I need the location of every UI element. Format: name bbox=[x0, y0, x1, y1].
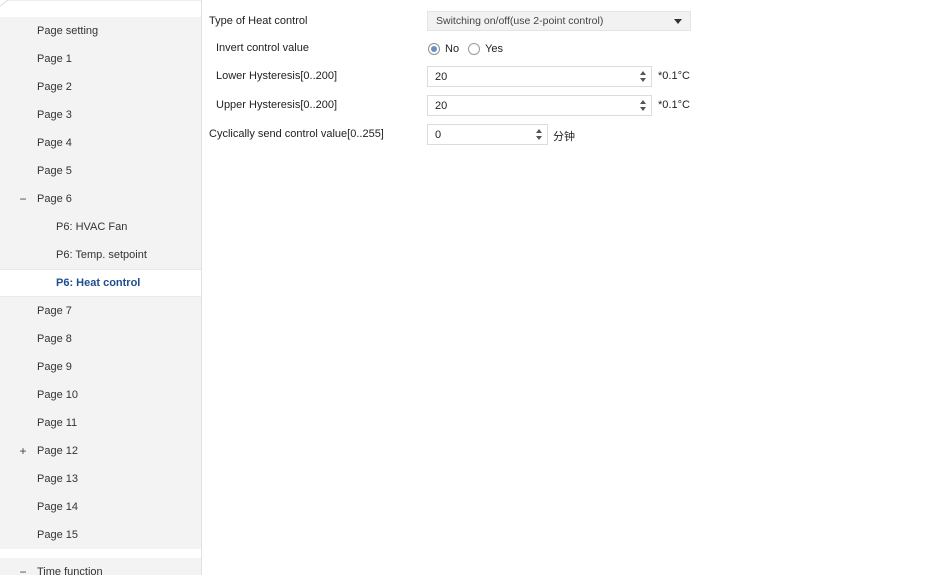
sidebar-item-label: Time function bbox=[37, 566, 103, 575]
sidebar-item-page-5[interactable]: Page 5 bbox=[0, 157, 201, 185]
dropdown-arrow-icon bbox=[674, 19, 682, 24]
radio-no[interactable] bbox=[428, 43, 440, 55]
sidebar-item-label: Page 5 bbox=[37, 165, 72, 177]
sidebar-item-page-9[interactable]: Page 9 bbox=[0, 353, 201, 381]
sidebar-item-page-8[interactable]: Page 8 bbox=[0, 325, 201, 353]
lower-hysteresis-input[interactable]: 20 bbox=[427, 66, 652, 87]
sidebar-item-p6-heat-control[interactable]: P6: Heat control bbox=[0, 269, 201, 297]
sidebar-item-page-4[interactable]: Page 4 bbox=[0, 129, 201, 157]
expand-icon[interactable]: + bbox=[18, 444, 28, 458]
sidebar-item-label: P6: HVAC Fan bbox=[56, 221, 128, 233]
unit-label: *0.1°C bbox=[658, 99, 690, 111]
unit-label: *0.1°C bbox=[658, 70, 690, 82]
sidebar-item-page-10[interactable]: Page 10 bbox=[0, 381, 201, 409]
collapse-icon[interactable]: − bbox=[18, 192, 28, 206]
radio-yes[interactable] bbox=[468, 43, 481, 55]
sidebar-item-label: Page 1 bbox=[37, 53, 72, 65]
sidebar-item-label: Page 7 bbox=[37, 305, 72, 317]
sidebar-item-label: P6: Temp. setpoint bbox=[56, 249, 147, 261]
cyclic-send-input[interactable]: 0 bbox=[427, 124, 548, 145]
parameter-tree-sidebar: Page setting Page 1 Page 2 Page 3 Page 4… bbox=[0, 0, 202, 575]
sidebar-item-label: Page 8 bbox=[37, 333, 72, 345]
sidebar-item-page-14[interactable]: Page 14 bbox=[0, 493, 201, 521]
param-label: Lower Hysteresis[0..200] bbox=[216, 70, 338, 82]
param-row-upper-hysteresis: Upper Hysteresis[0..200] 20 *0.1°C bbox=[202, 93, 929, 119]
param-row-lower-hysteresis: Lower Hysteresis[0..200] 20 *0.1°C bbox=[202, 64, 929, 90]
sidebar-item-page-1[interactable]: Page 1 bbox=[0, 45, 201, 73]
sidebar-item-label: P6: Heat control bbox=[56, 277, 141, 289]
sidebar-item-page-6[interactable]: − Page 6 bbox=[0, 185, 201, 213]
sidebar-item-p6-temp-setpoint[interactable]: P6: Temp. setpoint bbox=[0, 241, 201, 269]
input-value: 0 bbox=[435, 129, 442, 141]
param-label: Type of Heat control bbox=[209, 15, 308, 27]
sidebar-item-label: Page 6 bbox=[37, 193, 72, 205]
unit-label: 分钟 bbox=[553, 131, 575, 143]
sidebar-item-label: Page setting bbox=[37, 25, 99, 37]
heat-type-dropdown[interactable]: Switching on/off(use 2-point control) bbox=[427, 11, 691, 31]
param-label: Invert control value bbox=[216, 42, 309, 54]
input-value: 20 bbox=[435, 71, 448, 83]
sidebar-item-label: Page 2 bbox=[37, 81, 72, 93]
param-label: Cyclically send control value[0..255] bbox=[209, 128, 384, 140]
collapse-icon[interactable]: − bbox=[18, 565, 28, 575]
sidebar-item-page-7[interactable]: Page 7 bbox=[0, 297, 201, 325]
spinner-arrows-icon[interactable] bbox=[535, 127, 543, 142]
sidebar-item-page-3[interactable]: Page 3 bbox=[0, 101, 201, 129]
sidebar-item-label: Page 15 bbox=[37, 529, 78, 541]
input-value: 20 bbox=[435, 100, 448, 112]
sidebar-item-p6-hvac-fan[interactable]: P6: HVAC Fan bbox=[0, 213, 201, 241]
sidebar-item-page-13[interactable]: Page 13 bbox=[0, 465, 201, 493]
sidebar-item-label: Page 4 bbox=[37, 137, 72, 149]
radio-label-no[interactable]: No bbox=[445, 43, 459, 55]
param-row-heat-type: Type of Heat control Switching on/off(us… bbox=[202, 9, 929, 35]
sidebar-item-page-11[interactable]: Page 11 bbox=[0, 409, 201, 437]
sidebar-top-notch bbox=[0, 0, 201, 12]
sidebar-item-label: Page 11 bbox=[37, 417, 78, 429]
param-row-invert: Invert control value No Yes bbox=[202, 36, 929, 62]
sidebar-item-time-function[interactable]: − Time function bbox=[0, 558, 201, 575]
spinner-arrows-icon[interactable] bbox=[639, 98, 647, 113]
parameter-panel: Type of Heat control Switching on/off(us… bbox=[202, 0, 929, 575]
dropdown-value: Switching on/off(use 2-point control) bbox=[436, 15, 604, 27]
sidebar-item-page-15[interactable]: Page 15 bbox=[0, 521, 201, 549]
sidebar-item-label: Page 9 bbox=[37, 361, 72, 373]
sidebar-item-page-12[interactable]: + Page 12 bbox=[0, 437, 201, 465]
sidebar-item-label: Page 3 bbox=[37, 109, 72, 121]
sidebar-item-label: Page 14 bbox=[37, 501, 78, 513]
invert-radio-group: No Yes bbox=[428, 40, 512, 58]
upper-hysteresis-input[interactable]: 20 bbox=[427, 95, 652, 116]
param-row-cyclic-send: Cyclically send control value[0..255] 0 … bbox=[202, 122, 929, 148]
spinner-arrows-icon[interactable] bbox=[639, 69, 647, 84]
param-label: Upper Hysteresis[0..200] bbox=[216, 99, 338, 111]
radio-label-yes[interactable]: Yes bbox=[485, 43, 503, 55]
sidebar-item-label: Page 13 bbox=[37, 473, 78, 485]
sidebar-item-label: Page 10 bbox=[37, 389, 78, 401]
sidebar-item-label: Page 12 bbox=[37, 445, 78, 457]
sidebar-item-page-setting[interactable]: Page setting bbox=[0, 17, 201, 45]
sidebar-item-page-2[interactable]: Page 2 bbox=[0, 73, 201, 101]
